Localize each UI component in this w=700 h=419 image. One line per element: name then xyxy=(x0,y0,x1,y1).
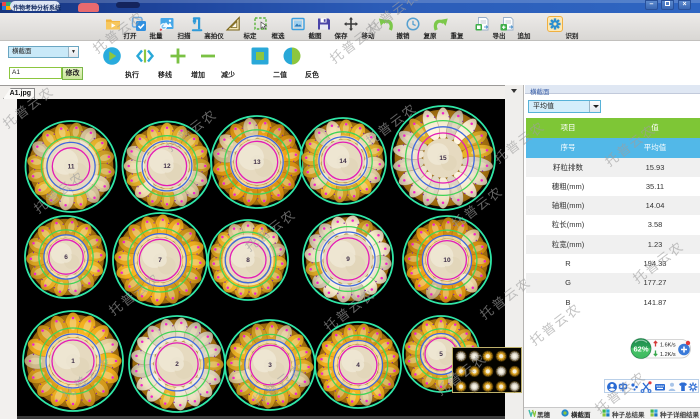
svg-text:8: 8 xyxy=(246,257,250,264)
svg-text:6: 6 xyxy=(64,254,68,261)
svg-text:1.6K/s: 1.6K/s xyxy=(660,343,676,349)
svg-text:14: 14 xyxy=(339,158,347,165)
svg-text:10: 10 xyxy=(443,257,451,264)
svg-text:1.2K/s: 1.2K/s xyxy=(660,352,676,358)
svg-text:9: 9 xyxy=(346,256,350,263)
svg-text:7: 7 xyxy=(158,257,162,264)
svg-text:12: 12 xyxy=(163,163,171,170)
svg-text:5: 5 xyxy=(439,351,443,358)
svg-text:1: 1 xyxy=(71,358,75,365)
svg-text:2: 2 xyxy=(175,361,179,368)
svg-text:13: 13 xyxy=(253,159,261,166)
svg-text:3: 3 xyxy=(268,362,272,369)
svg-text:11: 11 xyxy=(68,164,75,171)
svg-text:15: 15 xyxy=(439,155,447,162)
svg-text:62%: 62% xyxy=(633,345,648,354)
svg-text:4: 4 xyxy=(356,362,360,369)
